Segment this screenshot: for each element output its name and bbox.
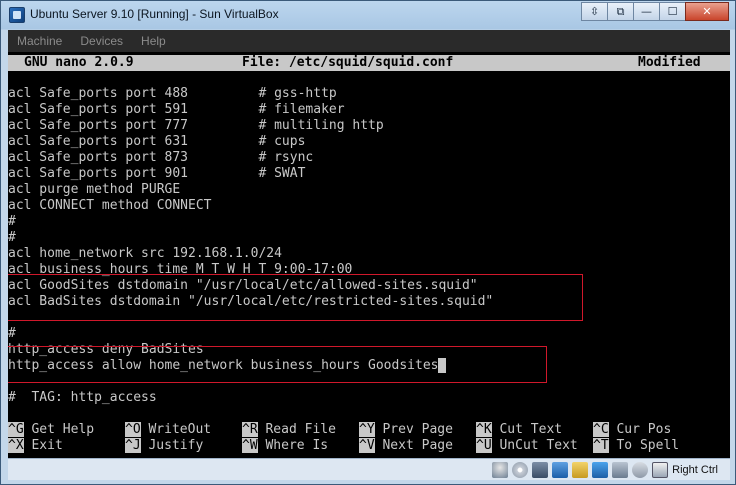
file-line: acl home_network src 192.168.1.0/24 [8, 246, 282, 261]
file-line: # [8, 214, 16, 229]
shortcut-row-2: ^X Exit ^J Justify ^W Where Is ^V Next P… [8, 438, 730, 454]
title-bar[interactable]: Ubuntu Server 9.10 [Running] - Sun Virtu… [1, 1, 735, 29]
file-line: acl purge method PURGE [8, 182, 181, 197]
file-line: acl CONNECT method CONNECT [8, 198, 212, 213]
menu-machine[interactable]: Machine [8, 34, 71, 48]
shortcut-uncut-text[interactable]: ^U UnCut Text [476, 438, 578, 454]
file-line: acl Safe_ports port 777 # multiling http [8, 118, 384, 133]
menu-devices[interactable]: Devices [71, 34, 132, 48]
shortcut-next-page[interactable]: ^V Next Page [359, 438, 453, 454]
shortcut-cur-pos[interactable]: ^C Cur Pos [593, 422, 671, 438]
close-button[interactable]: ✕ [685, 2, 729, 21]
shortcut-cut-text[interactable]: ^K Cut Text [476, 422, 562, 438]
file-line: # [8, 230, 16, 245]
mouse-integration-icon[interactable] [632, 461, 649, 478]
virtualbox-window: Ubuntu Server 9.10 [Running] - Sun Virtu… [0, 0, 736, 485]
file-line: # [8, 326, 16, 341]
file-line: acl Safe_ports port 901 # SWAT [8, 166, 306, 181]
shortcut-writeout[interactable]: ^O WriteOut [125, 422, 211, 438]
nano-file-name: File: /etc/squid/squid.conf [242, 55, 454, 70]
window-title: Ubuntu Server 9.10 [Running] - Sun Virtu… [30, 7, 279, 21]
file-line: # TAG: http_access [8, 390, 157, 405]
shortcut-where-is[interactable]: ^W Where Is [242, 438, 328, 454]
nano-version: GNU nano 2.0.9 [24, 55, 134, 70]
shortcut-get-help[interactable]: ^G Get Help [8, 422, 94, 438]
status-bar: Right Ctrl [8, 458, 730, 480]
shortcut-read-file[interactable]: ^R Read File [242, 422, 336, 438]
network-icon[interactable] [552, 461, 569, 478]
host-key-label: Right Ctrl [672, 463, 718, 476]
file-line: acl Safe_ports port 631 # cups [8, 134, 306, 149]
usb-icon[interactable] [532, 461, 549, 478]
shortcut-row-1: ^G Get Help ^O WriteOut ^R Read File ^Y … [8, 422, 730, 438]
window-controls: ⇳ ⧉ — ☐ ✕ [581, 2, 729, 22]
menu-bar: Machine Devices Help [8, 30, 730, 52]
nano-header-bar: GNU nano 2.0.9 File: /etc/squid/squid.co… [8, 55, 730, 71]
guest-terminal-screen[interactable]: GNU nano 2.0.9 File: /etc/squid/squid.co… [8, 52, 730, 458]
display-icon[interactable] [592, 461, 609, 478]
file-line: acl Safe_ports port 873 # rsync [8, 150, 314, 165]
cd-icon[interactable] [512, 461, 529, 478]
shortcut-justify[interactable]: ^J Justify [125, 438, 203, 454]
menu-help[interactable]: Help [132, 34, 175, 48]
maximize-button[interactable]: ☐ [659, 2, 686, 21]
shortcut-prev-page[interactable]: ^Y Prev Page [359, 422, 453, 438]
virtualization-icon [612, 461, 629, 478]
nano-modified-status: Modified [638, 55, 701, 70]
virtualbox-app-icon [9, 7, 25, 23]
annotation-box-acl-sites [8, 274, 583, 321]
scale-mode-button[interactable]: ⇳ [581, 2, 608, 21]
seamless-mode-button[interactable]: ⧉ [607, 2, 634, 21]
file-line: acl Safe_ports port 591 # filemaker [8, 102, 345, 117]
host-key-arrow-icon [652, 461, 669, 478]
file-line: acl Safe_ports port 488 # gss-http [8, 86, 337, 101]
annotation-box-http-access [8, 346, 547, 383]
shortcut-exit[interactable]: ^X Exit [8, 438, 63, 454]
shortcut-to-spell[interactable]: ^T To Spell [593, 438, 679, 454]
nano-shortcut-bar: ^G Get Help ^O WriteOut ^R Read File ^Y … [8, 422, 730, 454]
shared-folders-icon[interactable] [572, 461, 589, 478]
minimize-button[interactable]: — [633, 2, 660, 21]
hard-disk-icon[interactable] [492, 461, 509, 478]
